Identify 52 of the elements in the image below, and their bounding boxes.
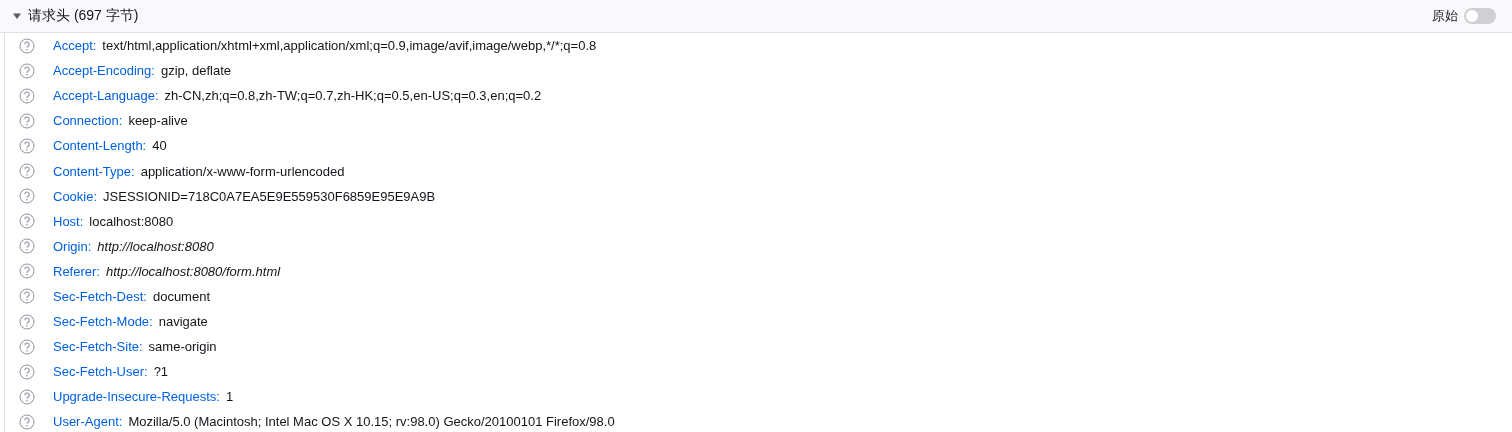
- header-name: Sec-Fetch-Dest:: [53, 289, 147, 304]
- toggle-label: 原始: [1432, 7, 1458, 25]
- header-value: same-origin: [148, 339, 217, 355]
- header-name: Sec-Fetch-User:: [53, 364, 148, 380]
- help-icon[interactable]: [19, 163, 35, 179]
- help-icon[interactable]: [19, 338, 35, 355]
- header-value: gzip, deflate: [160, 63, 231, 79]
- header-name: Cookie:: [53, 188, 98, 204]
- header-value: 1: [225, 389, 234, 405]
- help-icon[interactable]: [19, 37, 35, 54]
- header-value: navigate: [158, 314, 208, 330]
- header-value: ?1: [153, 364, 169, 380]
- header-name: User-Agent:: [53, 414, 123, 430]
- caret-icon[interactable]: [12, 11, 22, 21]
- help-icon[interactable]: [19, 288, 35, 305]
- header-value: keep-alive: [128, 113, 188, 129]
- header-value: http://localhost:8080: [97, 238, 214, 254]
- header-name: Connection:: [53, 113, 123, 129]
- help-icon[interactable]: [19, 263, 35, 280]
- header-name: Sec-Fetch-Site:: [53, 339, 143, 355]
- help-icon[interactable]: [19, 87, 35, 104]
- header-value: zh-CN,zh;q=0.8,zh-TW;q=0.7,zh-HK;q=0.5,en-US;q=0.3,en;q=0.2: [164, 88, 542, 104]
- header-value: 40: [152, 138, 167, 154]
- header-name: Accept-Encoding:: [53, 63, 155, 79]
- raw-toggle[interactable]: [1464, 8, 1496, 24]
- header-value: document: [152, 289, 210, 304]
- help-icon[interactable]: [19, 112, 35, 129]
- help-icon[interactable]: [19, 238, 35, 255]
- header-value: text/html,application/xhtml+xml,application/xml;q=0.9,image/avif,image/webp,*/*;q=0.8: [102, 38, 597, 54]
- header-name: Referer:: [53, 263, 100, 279]
- header-name: Accept:: [53, 38, 97, 54]
- help-icon[interactable]: [19, 388, 35, 405]
- header-value: http://localhost:8080/form.html: [105, 263, 281, 279]
- header-name: Accept-Language:: [53, 88, 159, 104]
- help-icon[interactable]: [19, 363, 35, 380]
- header-name: Content-Length:: [53, 138, 147, 154]
- header-name: Content-Type:: [53, 163, 135, 179]
- help-icon[interactable]: [19, 137, 35, 154]
- header-value: Mozilla/5.0 (Macintosh; Intel Mac OS X 10.15; rv:98.0) Gecko/20100101 Firefox/98.0: [128, 414, 615, 430]
- header-value: localhost:8080: [89, 213, 174, 229]
- header-name: Host:: [53, 213, 84, 229]
- help-icon[interactable]: [19, 213, 35, 230]
- help-icon[interactable]: [19, 413, 35, 430]
- header-name: Sec-Fetch-Mode:: [53, 314, 153, 330]
- header-name: Origin:: [53, 238, 92, 254]
- header-name: Upgrade-Insecure-Requests:: [53, 389, 220, 405]
- help-icon[interactable]: [19, 313, 35, 330]
- help-icon[interactable]: [19, 62, 35, 79]
- section-title: 请求头 (697 字节): [28, 7, 140, 25]
- header-value: application/x-www-form-urlencoded: [140, 163, 345, 179]
- header-value: JSESSIONID=718C0A7EA5E9E559530F6859E95E9A9B: [103, 188, 436, 204]
- help-icon[interactable]: [19, 188, 35, 205]
